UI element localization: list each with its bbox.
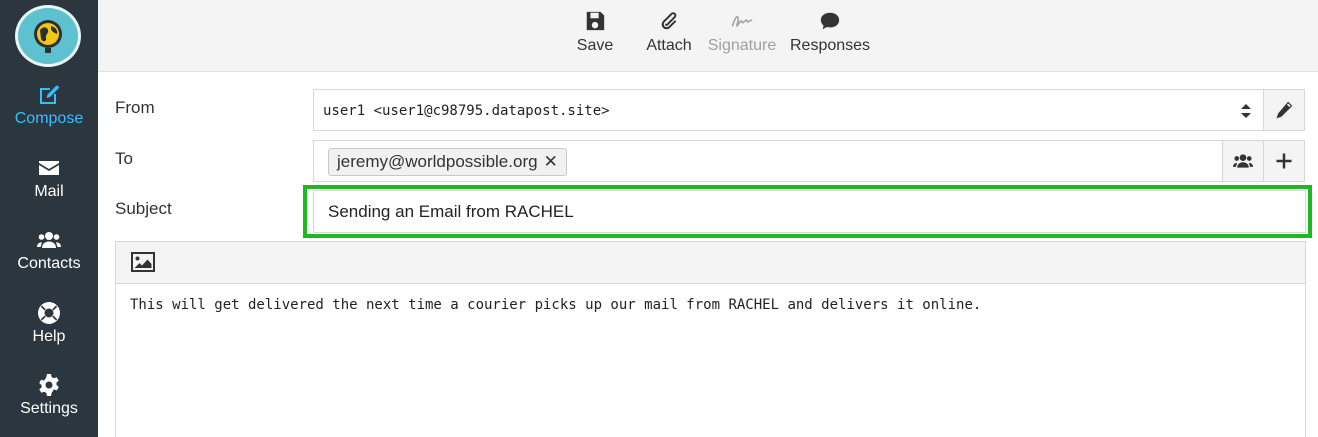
sidebar-item-label: Mail — [34, 183, 64, 200]
subject-input[interactable]: Sending an Email from RACHEL — [313, 190, 1306, 233]
add-header-button[interactable] — [1263, 140, 1305, 182]
to-label: To — [115, 149, 133, 168]
sidebar-item-help[interactable]: Help — [0, 301, 98, 347]
from-value: user1 <user1@c98795.datapost.site> — [323, 103, 610, 119]
floppy-disk-icon — [575, 10, 615, 36]
edit-icon — [0, 83, 98, 109]
speech-bubble-icon — [790, 10, 870, 36]
recipient-chip: jeremy@worldpossible.org ✕ — [328, 148, 567, 176]
sidebar-item-label: Settings — [20, 400, 78, 417]
sidebar-item-compose[interactable]: Compose — [0, 83, 98, 129]
image-icon[interactable] — [131, 252, 155, 272]
from-label: From — [115, 98, 155, 117]
pencil-icon — [1276, 101, 1293, 119]
to-field[interactable]: jeremy@worldpossible.org ✕ — [313, 140, 1223, 182]
paperclip-icon — [644, 10, 694, 36]
envelope-icon — [0, 156, 98, 182]
from-select[interactable]: user1 <user1@c98795.datapost.site> — [313, 89, 1264, 131]
sidebar-item-settings[interactable]: Settings — [0, 373, 98, 419]
save-button[interactable]: Save — [575, 10, 615, 56]
message-editor: This will get delivered the next time a … — [115, 241, 1306, 437]
compose-toolbar: Save Attach Signature Responses — [98, 0, 1318, 72]
sidebar: Compose Mail Contacts Help Settings — [0, 0, 98, 437]
users-icon — [0, 228, 98, 254]
users-icon — [1233, 154, 1253, 168]
responses-button[interactable]: Responses — [790, 10, 870, 56]
remove-recipient-icon[interactable]: ✕ — [544, 152, 558, 172]
plus-icon — [1276, 153, 1292, 169]
sidebar-item-label: Compose — [14, 110, 84, 127]
signature-button[interactable]: Signature — [707, 10, 777, 56]
edit-identity-button[interactable] — [1263, 89, 1305, 131]
signature-icon — [707, 10, 777, 36]
lifebuoy-icon — [0, 301, 98, 327]
sidebar-item-mail[interactable]: Mail — [0, 156, 98, 202]
subject-label: Subject — [115, 199, 172, 218]
message-body[interactable]: This will get delivered the next time a … — [116, 284, 1305, 326]
editor-toolbar — [116, 242, 1305, 284]
recipient-address: jeremy@worldpossible.org — [337, 152, 538, 171]
sidebar-item-label: Help — [32, 328, 66, 345]
gear-icon — [0, 373, 98, 399]
sidebar-item-contacts[interactable]: Contacts — [0, 228, 98, 274]
globe-icon — [34, 20, 62, 53]
sort-arrows-icon — [1241, 104, 1251, 118]
subject-value: Sending an Email from RACHEL — [328, 202, 574, 221]
app-logo[interactable] — [15, 5, 81, 67]
sidebar-item-label: Contacts — [17, 255, 81, 272]
attach-button[interactable]: Attach — [644, 10, 694, 56]
address-book-button[interactable] — [1222, 140, 1264, 182]
